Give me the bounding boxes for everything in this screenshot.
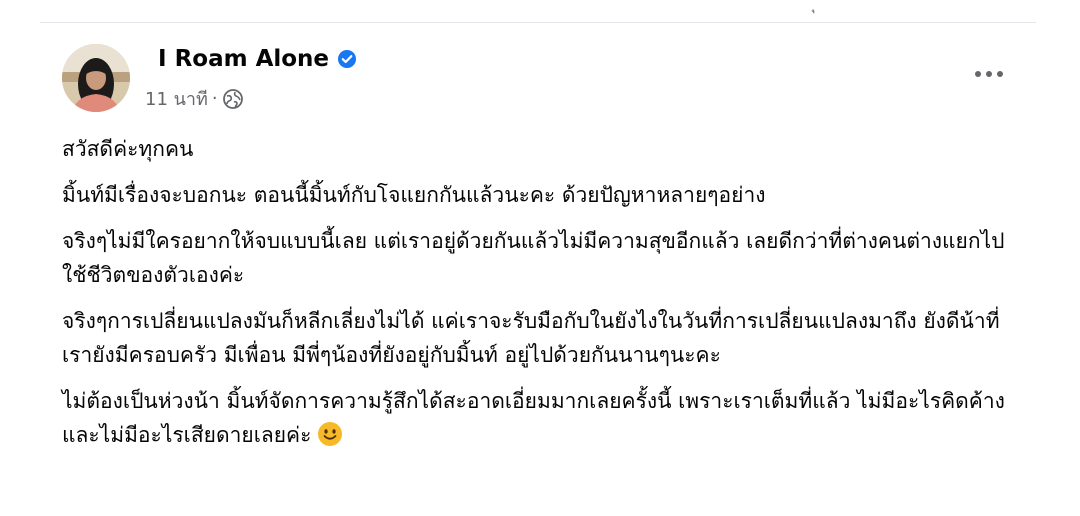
post-paragraph: จริงๆไม่มีใครอยากให้จบแบบนี้เลย แต่เราอย…: [62, 229, 1005, 287]
post-paragraph-text: ไม่ต้องเป็นห่วงน้า มิ้นท์จัดการความรู้สึ…: [62, 389, 1005, 447]
post-body: สวัสดีค่ะทุกคน มิ้นท์มีเรื่องจะบอกนะ ตอน…: [62, 132, 1012, 464]
meta-separator: ·: [211, 88, 218, 109]
post-paragraph: จริงๆการเปลี่ยนแปลงมันก็หลีกเลี่ยงไม่ได้…: [62, 309, 1000, 367]
avatar-image: [62, 44, 130, 112]
globe-icon[interactable]: [222, 88, 244, 110]
verified-badge-icon: [337, 49, 357, 69]
post-paragraph: สวัสดีค่ะทุกคน: [62, 137, 194, 161]
more-options-icon[interactable]: [972, 62, 1006, 86]
post-paragraph-last: ไม่ต้องเป็นห่วงน้า มิ้นท์จัดการความรู้สึ…: [62, 384, 1012, 452]
cropped-text-fragment: ํ ุ: [730, 0, 817, 13]
post-timestamp[interactable]: 11 นาที: [145, 84, 208, 113]
author-row: I Roam Alone: [158, 46, 357, 72]
divider: [40, 22, 1036, 23]
post-card: I Roam Alone 11 นาที · สวัสดีค่ะทุกคน มิ…: [40, 24, 1036, 516]
author-name[interactable]: I Roam Alone: [158, 46, 329, 72]
post-paragraph: มิ้นท์มีเรื่องจะบอกนะ ตอนนี้มิ้นท์กับโจแ…: [62, 183, 766, 207]
post-meta: 11 นาที ·: [145, 84, 244, 113]
avatar[interactable]: [62, 44, 130, 112]
smile-emoji-icon: [317, 421, 343, 447]
